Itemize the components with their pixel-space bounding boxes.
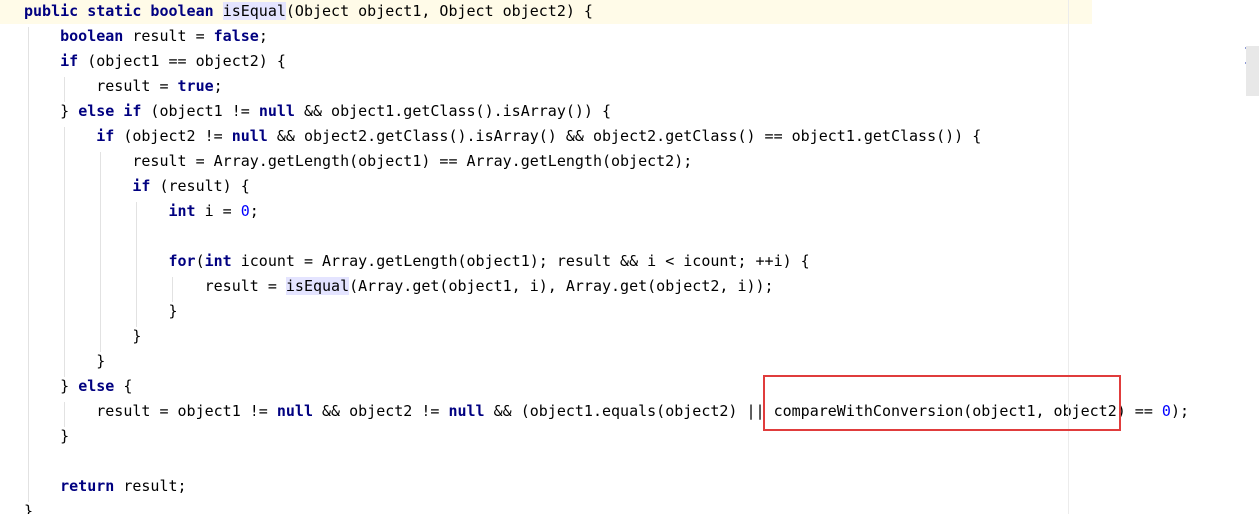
code-text: } [24,427,70,445]
code-line[interactable]: } [0,424,69,449]
code-keyword: int [168,202,196,220]
code-keyword: false [213,27,259,45]
code-text: result = [24,77,178,95]
code-text: (Object object1, Object object2) { [285,2,593,20]
code-text: result = [123,27,214,45]
code-text: ; [258,27,268,45]
code-line[interactable]: boolean result = false; [0,24,268,49]
code-line[interactable]: result = Array.getLength(object1) == Arr… [0,149,692,174]
code-text: ); [1170,402,1189,420]
code-text: (result) { [150,177,250,195]
code-line[interactable]: } [0,299,178,324]
code-keyword: return [60,477,115,495]
code-line[interactable] [0,449,24,474]
code-identifier-usage: isEqual [222,2,286,20]
code-text: result = object1 != [24,402,277,420]
code-text: ; [213,77,223,95]
code-keyword: int [204,252,232,270]
code-text: (object2 != [114,127,232,145]
code-keyword: else [78,377,115,395]
code-keyword: null [231,127,268,145]
code-keyword: if [60,52,79,70]
code-text: && object1.getClass().isArray()) { [294,102,612,120]
code-text: } [24,302,178,320]
code-keyword: null [276,402,313,420]
code-line[interactable]: return result; [0,474,187,499]
code-line[interactable]: int i = 0; [0,199,259,224]
code-text: icount = Array.getLength(object1); resul… [231,252,810,270]
code-line[interactable]: } [0,349,105,374]
code-text: ( [195,252,205,270]
code-text: { [114,377,133,395]
code-keyword: public static boolean [24,2,214,20]
code-line[interactable]: if (object2 != null && object2.getClass(… [0,124,981,149]
code-text: (object1 == object2) { [78,52,286,70]
code-text: && object2.getClass().isArray() && objec… [267,127,982,145]
code-text: (Array.get(object1, i), Array.get(object… [349,277,774,295]
code-keyword: else if [78,102,142,120]
right-margin-guide [1068,0,1069,514]
code-number: 0 [240,202,250,220]
code-keyword: if [96,127,115,145]
code-line[interactable] [0,224,24,249]
code-identifier-usage: isEqual [285,277,350,295]
code-text: } [24,502,34,514]
code-line[interactable]: } else if (object1 != null && object1.ge… [0,99,611,124]
code-text: } [24,327,142,345]
code-text: result = [24,277,286,295]
code-text: } [24,102,79,120]
scrollbar-thumb[interactable] [1246,46,1259,96]
code-text: ; [249,202,259,220]
annotation-highlight-box [763,375,1121,431]
code-keyword: true [177,77,214,95]
code-line[interactable]: result = true; [0,74,223,99]
code-line[interactable]: } [0,324,141,349]
code-keyword: null [448,402,485,420]
code-text: i = [195,202,241,220]
code-keyword: if [132,177,151,195]
code-line[interactable]: } else { [0,374,132,399]
code-line[interactable]: if (result) { [0,174,250,199]
code-line[interactable]: for(int icount = Array.getLength(object1… [0,249,810,274]
code-text: result; [114,477,187,495]
code-line[interactable]: result = isEqual(Array.get(object1, i), … [0,274,774,299]
code-text: result = Array.getLength(object1) == Arr… [24,152,693,170]
code-number: 0 [1161,402,1171,420]
code-editor[interactable]: public static boolean isEqual(Object obj… [0,0,1260,514]
code-line[interactable]: public static boolean isEqual(Object obj… [0,0,1092,24]
code-text: && object2 != [313,402,449,420]
code-text: } [24,352,106,370]
code-line[interactable]: } [0,499,33,514]
code-keyword: null [258,102,295,120]
code-text: } [24,377,79,395]
code-text: (object1 != [141,102,259,120]
code-keyword: for [168,252,196,270]
code-keyword: boolean [60,27,124,45]
code-line[interactable]: if (object1 == object2) { [0,49,286,74]
